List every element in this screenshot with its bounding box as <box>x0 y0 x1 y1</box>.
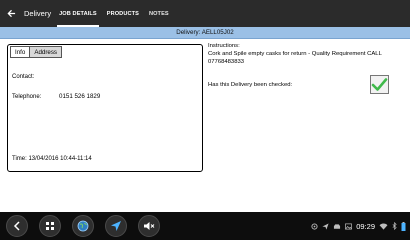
tab-products[interactable]: PRODUCTS <box>102 0 144 27</box>
checked-question: Has this Delivery been checked: <box>208 82 293 88</box>
telephone-label: Telephone: <box>12 94 42 100</box>
app-bar: Delivery JOB DETAILS PRODUCTS NOTES <box>0 0 410 27</box>
contact-label: Contact: <box>12 74 35 80</box>
battery-icon <box>401 221 406 231</box>
car-icon <box>333 223 341 230</box>
browser-button[interactable] <box>72 215 94 237</box>
location-icon <box>311 222 318 230</box>
status-area: 09:29 <box>311 212 406 240</box>
system-navigation-bar: 09:29 <box>0 212 410 240</box>
back-nav-button[interactable] <box>6 215 28 237</box>
instructions-label: Instructions: <box>208 43 240 49</box>
tab-notes[interactable]: NOTES <box>144 0 174 27</box>
app-title: Delivery <box>24 9 52 18</box>
delivery-screen: Delivery JOB DETAILS PRODUCTS NOTES Deli… <box>0 0 410 240</box>
photo-icon <box>345 223 353 230</box>
delivery-header: Delivery: AELL05J02 <box>0 27 410 39</box>
delivery-time: Time: 13/04/2016 10:44-11:14 <box>12 156 92 162</box>
wifi-icon <box>379 223 388 230</box>
tab-info[interactable]: Info <box>10 46 31 58</box>
panel-tabs: Info Address <box>10 46 63 58</box>
globe-icon <box>77 220 89 232</box>
navigation-arrow-icon <box>111 221 121 231</box>
mute-button[interactable] <box>138 215 160 237</box>
send-icon <box>322 222 329 230</box>
apps-grid-icon <box>46 222 54 230</box>
clock: 09:29 <box>356 221 375 231</box>
instructions-text: Cork and Spile empty casks for return - … <box>208 51 382 65</box>
telephone-value[interactable]: 0151 526 1829 <box>59 93 100 100</box>
back-nav-icon <box>13 221 20 231</box>
back-arrow-icon[interactable] <box>0 0 22 27</box>
bluetooth-icon <box>392 222 397 230</box>
navigation-button[interactable] <box>105 215 127 237</box>
mute-icon <box>144 222 155 230</box>
tab-job-details[interactable]: JOB DETAILS <box>54 0 102 27</box>
tab-bar: JOB DETAILS PRODUCTS NOTES <box>54 0 174 27</box>
tab-address[interactable]: Address <box>30 46 63 58</box>
checkmark-icon <box>371 78 388 91</box>
apps-button[interactable] <box>39 215 61 237</box>
delivery-checked-checkbox[interactable] <box>370 75 389 94</box>
info-panel: Info Address Contact: Telephone: 0151 52… <box>7 44 203 172</box>
